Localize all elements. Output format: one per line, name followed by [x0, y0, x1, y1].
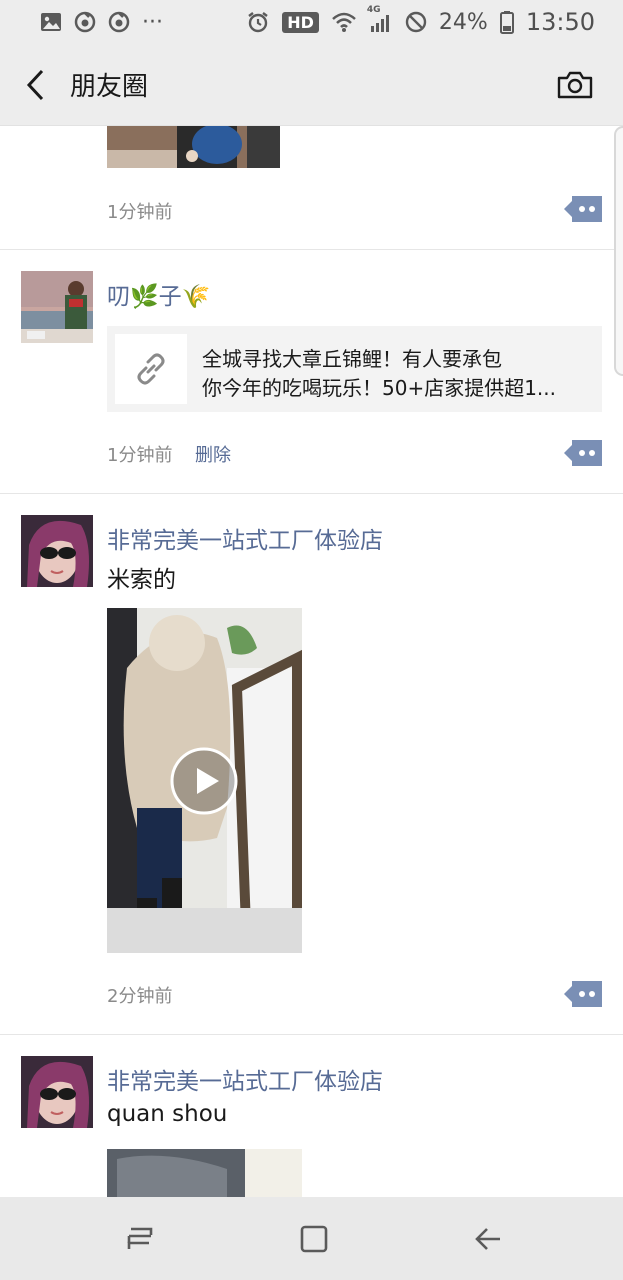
nickname[interactable]: 非常完美一站式工厂体验店: [107, 1062, 383, 1096]
post-image[interactable]: [107, 126, 280, 168]
signal-icon: 4G: [367, 5, 393, 33]
clock: 13:50: [525, 8, 595, 36]
status-bar: ··· HD 4G 24% 13:50: [0, 0, 623, 44]
avatar[interactable]: [21, 271, 93, 343]
delete-button[interactable]: 删除: [195, 441, 231, 467]
recent-apps-icon: [127, 1227, 153, 1249]
post-text: 米索的: [107, 567, 176, 593]
status-bar-left: ···: [40, 10, 163, 35]
post-time: 1分钟前: [107, 202, 173, 223]
post-time: 2分钟前: [107, 986, 173, 1007]
post-time: 1分钟前: [107, 445, 173, 466]
status-bar-right: HD 4G 24% 13:50: [246, 5, 595, 36]
page-title: 朋友圈: [70, 72, 149, 102]
link-icon: [137, 353, 165, 385]
gallery-notification-icon: [40, 12, 62, 32]
link-title-line1: 全城寻找大章丘锦鲤！有人要承包: [202, 347, 502, 371]
weibo-notification-icon-2: [108, 11, 130, 33]
avatar[interactable]: [21, 515, 93, 587]
back-button[interactable]: [20, 65, 50, 105]
nickname[interactable]: 非常完美一站式工厂体验店: [107, 521, 383, 555]
recent-apps-button[interactable]: [120, 1219, 160, 1259]
more-dots-icon[interactable]: [564, 981, 602, 1007]
post-divider: [0, 249, 623, 250]
play-icon[interactable]: [170, 747, 238, 815]
alarm-icon: [246, 10, 270, 34]
back-arrow-icon: [26, 69, 44, 100]
camera-icon: [557, 71, 593, 98]
post-text: quan shou: [107, 1101, 228, 1127]
moments-feed[interactable]: 1分钟前 叨🌿子🌾 全城寻找大章丘锦鲤！有人要承包 你今年的吃喝玩乐！50+店家…: [0, 126, 623, 1197]
nickname[interactable]: 叨🌿子🌾: [107, 277, 210, 311]
more-dots-icon[interactable]: [564, 440, 602, 466]
post-divider: [0, 1034, 623, 1035]
battery-percent: 24%: [438, 9, 488, 35]
back-nav-button[interactable]: [468, 1219, 508, 1259]
more-dots-icon[interactable]: [564, 196, 602, 222]
shared-link-card[interactable]: 全城寻找大章丘锦鲤！有人要承包 你今年的吃喝玩乐！50+店家提供超1...: [107, 326, 602, 412]
video-thumbnail[interactable]: [107, 608, 302, 953]
header: 朋友圈: [0, 44, 623, 126]
home-square-icon: [300, 1225, 328, 1253]
link-thumbnail: [115, 334, 187, 404]
network-type-label: 4G: [366, 5, 381, 15]
hd-badge: HD: [282, 11, 319, 33]
more-notifications-dots: ···: [142, 9, 163, 35]
system-nav-bar: [0, 1197, 623, 1280]
wifi-icon: [331, 11, 357, 33]
weibo-notification-icon: [74, 11, 96, 33]
camera-button[interactable]: [555, 65, 595, 105]
post-divider: [0, 493, 623, 494]
post-image[interactable]: [107, 1149, 302, 1197]
back-nav-icon: [475, 1228, 500, 1250]
home-button[interactable]: [294, 1219, 334, 1259]
do-not-disturb-icon: [405, 11, 427, 33]
avatar[interactable]: [21, 1056, 93, 1128]
scroll-indicator[interactable]: [614, 126, 623, 376]
link-title-line2: 你今年的吃喝玩乐！50+店家提供超1...: [202, 376, 557, 400]
battery-icon: [499, 10, 514, 34]
